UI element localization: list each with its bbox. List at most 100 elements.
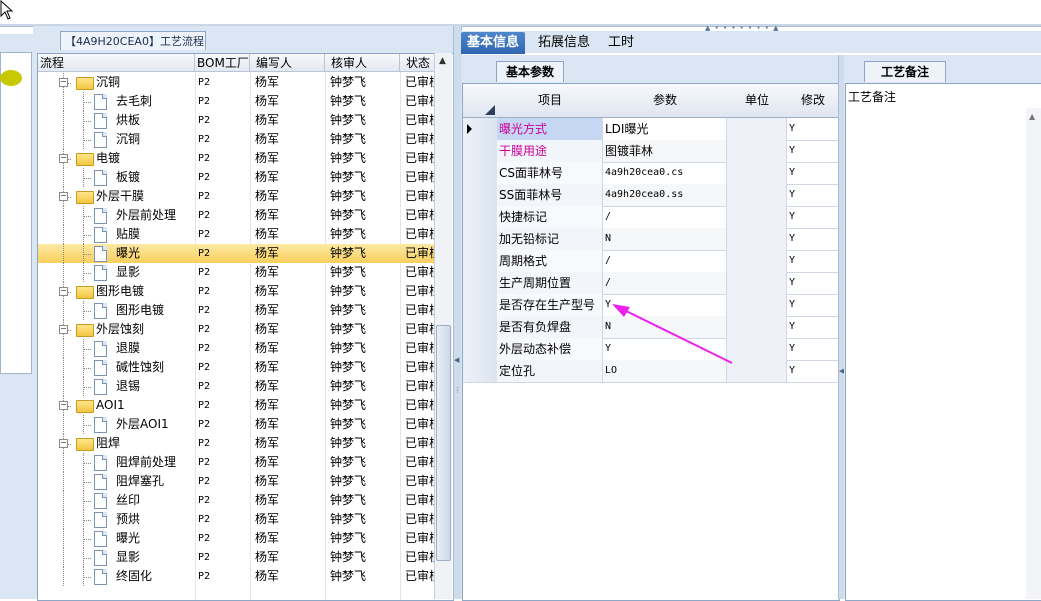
tab-process-notes[interactable]: 工艺备注 <box>864 61 946 82</box>
row-selector[interactable] <box>463 162 498 184</box>
column-header-item[interactable]: 项目 <box>497 84 604 118</box>
collapse-toggle-icon[interactable]: − <box>59 287 68 296</box>
collapse-toggle-icon[interactable]: − <box>59 78 68 87</box>
param-modify-cell: Y <box>787 272 839 294</box>
tree-item-name: 阻焊塞孔 <box>116 474 165 488</box>
row-selector[interactable] <box>463 140 498 162</box>
tree-row[interactable]: 图形电镀 P2 杨军 钟梦飞 已审核 <box>38 301 435 320</box>
param-value-cell[interactable]: / <box>603 272 727 294</box>
tree-row[interactable]: 阻焊前处理 P2 杨军 钟梦飞 已审核 <box>38 453 435 472</box>
tree-row[interactable]: 去毛刺 P2 杨军 钟梦飞 已审核 <box>38 92 435 111</box>
document-icon <box>94 550 107 566</box>
param-row[interactable]: 干膜用途 图镀菲林 Y <box>463 140 839 163</box>
collapse-toggle-icon[interactable]: − <box>59 401 68 410</box>
collapse-toggle-icon[interactable]: − <box>59 154 68 163</box>
tree-row[interactable]: 预烘 P2 杨军 钟梦飞 已审核 <box>38 510 435 529</box>
tree-item-name: 外层蚀刻 <box>96 322 145 336</box>
param-value-cell[interactable]: 4a9h20cea0.ss <box>603 184 727 206</box>
row-selector[interactable] <box>463 184 498 206</box>
tree-row[interactable]: 丝印 P2 杨军 钟梦飞 已审核 <box>38 491 435 510</box>
tree-item-name: 退锡 <box>116 379 141 393</box>
tree-row[interactable]: 显影 P2 杨军 钟梦飞 已审核 <box>38 548 435 567</box>
tab-basic-params[interactable]: 基本参数 <box>496 61 564 82</box>
param-value-cell[interactable]: N <box>603 228 727 250</box>
row-selector[interactable] <box>463 360 498 382</box>
tab-work-hours[interactable]: 工时 <box>602 32 640 54</box>
message-bubble-icon[interactable] <box>0 70 22 86</box>
column-header-flow[interactable]: 流程 <box>38 54 195 72</box>
column-header-bom[interactable]: BOM工厂 <box>195 54 250 72</box>
collapse-toggle-icon[interactable]: − <box>59 192 68 201</box>
tree-row[interactable]: 曝光 P2 杨军 钟梦飞 已审核 <box>38 529 435 548</box>
param-item-cell: 加无铅标记 <box>497 228 603 250</box>
collapse-toggle-icon[interactable]: − <box>59 325 68 334</box>
tree-row[interactable]: 烘板 P2 杨军 钟梦飞 已审核 <box>38 111 435 130</box>
column-header-param[interactable]: 参数 <box>603 84 728 118</box>
param-modify-cell: Y <box>787 338 839 360</box>
folder-icon <box>76 153 94 166</box>
row-selector[interactable] <box>463 294 498 316</box>
collapse-toggle-icon[interactable]: − <box>59 439 68 448</box>
column-header-reviewer[interactable]: 核审人 <box>325 54 400 72</box>
tree-row[interactable]: − 图形电镀 P2 杨军 钟梦飞 已审核 <box>38 282 435 301</box>
tree-row[interactable]: 阻焊塞孔 P2 杨军 钟梦飞 已审核 <box>38 472 435 491</box>
reviewer-cell: 钟梦飞 <box>330 550 367 564</box>
column-header-unit[interactable]: 单位 <box>727 84 788 118</box>
row-selector[interactable] <box>463 250 498 272</box>
row-selector[interactable] <box>463 338 498 360</box>
param-row[interactable]: 快捷标记 / Y <box>463 206 839 229</box>
writer-cell: 杨军 <box>255 398 280 412</box>
tree-scrollbar-thumb[interactable] <box>436 325 451 561</box>
tree-row[interactable]: 显影 P2 杨军 钟梦飞 已审核 <box>38 263 435 282</box>
param-row[interactable]: 加无铅标记 N Y <box>463 228 839 251</box>
param-row[interactable]: 周期格式 / Y <box>463 250 839 273</box>
tree-row[interactable]: 曝光 P2 杨军 钟梦飞 已审核 <box>38 244 435 263</box>
process-notes-box[interactable] <box>845 83 1041 601</box>
tree-row[interactable]: 外层AOI1 P2 杨军 钟梦飞 已审核 <box>38 415 435 434</box>
row-selector[interactable] <box>463 228 498 250</box>
param-value-cell[interactable]: 4a9h20cea0.cs <box>603 162 727 184</box>
tab-extended-info[interactable]: 拓展信息 <box>532 32 596 54</box>
tree-row[interactable]: 板镀 P2 杨军 钟梦飞 已审核 <box>38 168 435 187</box>
param-value-cell[interactable]: / <box>603 206 727 228</box>
tree-row[interactable]: − 外层蚀刻 P2 杨军 钟梦飞 已审核 <box>38 320 435 339</box>
row-selector[interactable] <box>463 272 498 294</box>
tab-process-flow[interactable]: 【4A9H20CEA0】工艺流程 <box>60 31 206 50</box>
column-header-status[interactable]: 状态 <box>400 54 436 72</box>
tree-row[interactable]: 碱性蚀刻 P2 杨军 钟梦飞 已审核 <box>38 358 435 377</box>
column-header-writer[interactable]: 编写人 <box>250 54 325 72</box>
status-cell: 已审核 <box>405 113 435 127</box>
row-selector[interactable] <box>463 316 498 338</box>
param-unit-cell <box>727 162 787 184</box>
notes-scrollbar[interactable]: ▲ <box>1026 108 1041 599</box>
tree-row[interactable]: 退锡 P2 杨军 钟梦飞 已审核 <box>38 377 435 396</box>
row-selector[interactable] <box>463 206 498 228</box>
bom-factory-cell: P2 <box>198 267 211 278</box>
tree-row[interactable]: 沉铜 P2 杨军 钟梦飞 已审核 <box>38 130 435 149</box>
status-cell: 已审核 <box>405 227 435 241</box>
param-row[interactable]: SS面菲林号 4a9h20cea0.ss Y <box>463 184 839 207</box>
column-header-modify[interactable]: 修改 <box>787 84 840 118</box>
tree-row[interactable]: − 沉铜 P2 杨军 钟梦飞 已审核 <box>38 73 435 92</box>
param-value-cell[interactable]: 图镀菲林 <box>603 140 727 162</box>
tree-row[interactable]: 终固化 P2 杨军 钟梦飞 已审核 <box>38 567 435 586</box>
tree-row[interactable]: 外层前处理 P2 杨军 钟梦飞 已审核 <box>38 206 435 225</box>
tree-row[interactable]: 退膜 P2 杨军 钟梦飞 已审核 <box>38 339 435 358</box>
tree-row[interactable]: − 阻焊 P2 杨军 钟梦飞 已审核 <box>38 434 435 453</box>
tree-row[interactable]: − 外层干膜 P2 杨军 钟梦飞 已审核 <box>38 187 435 206</box>
status-cell: 已审核 <box>405 208 435 222</box>
param-row[interactable]: CS面菲林号 4a9h20cea0.cs Y <box>463 162 839 185</box>
param-row[interactable]: 生产周期位置 / Y <box>463 272 839 295</box>
param-item-cell: 是否存在生产型号 <box>497 294 603 316</box>
tree-row[interactable]: 贴膜 P2 杨军 钟梦飞 已审核 <box>38 225 435 244</box>
tree-row[interactable]: − AOI1 P2 杨军 钟梦飞 已审核 <box>38 396 435 415</box>
reviewer-cell: 钟梦飞 <box>330 284 367 298</box>
param-value-cell[interactable]: LDI曝光 <box>603 118 727 140</box>
tree-row[interactable]: − 电镀 P2 杨军 钟梦飞 已审核 <box>38 149 435 168</box>
tab-basic-info[interactable]: 基本信息 <box>461 32 526 54</box>
tree-item-name: 曝光 <box>116 246 141 260</box>
param-value-cell[interactable]: / <box>603 250 727 272</box>
scroll-up-arrow-icon[interactable]: ▲ <box>436 56 449 69</box>
param-row[interactable]: 曝光方式 LDI曝光 Y <box>463 118 839 141</box>
row-selector[interactable] <box>463 118 498 140</box>
